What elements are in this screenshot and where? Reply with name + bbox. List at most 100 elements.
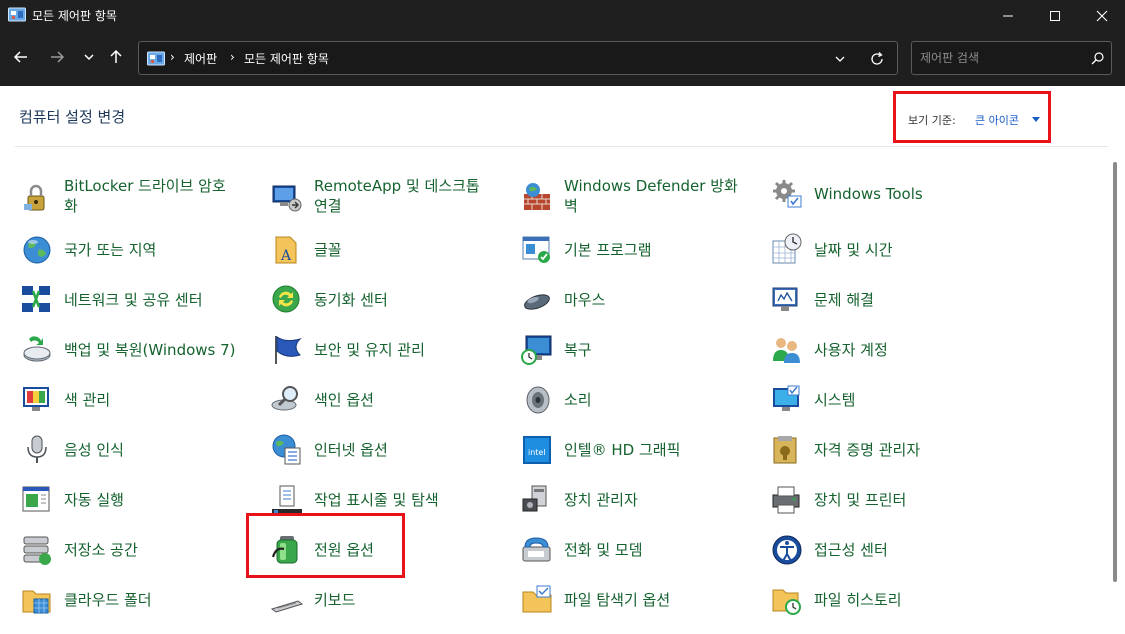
recent-locations-button[interactable] bbox=[76, 43, 102, 71]
control-panel-item-label: 자동 실행 bbox=[64, 491, 124, 509]
refresh-icon[interactable] bbox=[869, 51, 885, 67]
control-panel-item[interactable]: 기본 프로그램 bbox=[520, 227, 760, 271]
control-panel-item-label: 시스템 bbox=[814, 391, 856, 409]
control-panel-item[interactable]: 문제 해결 bbox=[770, 277, 1010, 321]
search-box[interactable] bbox=[911, 41, 1112, 75]
phone-modem-icon bbox=[522, 537, 551, 562]
control-panel-item-label: 인텔® HD 그래픽 bbox=[564, 441, 681, 459]
control-panel-item[interactable]: 인터넷 옵션 bbox=[270, 427, 510, 471]
control-panel-item-label: 복구 bbox=[564, 341, 592, 359]
control-panel-item[interactable]: 날짜 및 시간 bbox=[770, 227, 1010, 271]
control-panel-item[interactable]: 접근성 센터 bbox=[770, 527, 1010, 571]
troubleshooting-icon bbox=[772, 287, 798, 311]
breadcrumb-control-panel[interactable]: 제어판 bbox=[184, 50, 217, 67]
title-bar: 모든 제어판 항목 bbox=[0, 0, 1125, 31]
control-panel-item-label: 음성 인식 bbox=[64, 441, 124, 459]
close-icon bbox=[1096, 10, 1108, 21]
chevron-down-icon[interactable] bbox=[833, 52, 847, 66]
control-panel-item[interactable]: A 글꼴 bbox=[270, 227, 510, 271]
sound-icon bbox=[526, 386, 550, 414]
region-icon bbox=[23, 236, 51, 264]
power-options-highlight bbox=[246, 513, 405, 578]
control-panel-item[interactable]: 네트워크 및 공유 센터 bbox=[20, 277, 260, 321]
control-panel-item[interactable]: RemoteApp 및 데스크톱 연결 bbox=[270, 176, 510, 220]
up-button[interactable] bbox=[103, 43, 129, 71]
control-panel-item-label: 사용자 계정 bbox=[814, 341, 888, 359]
mouse-icon bbox=[524, 294, 550, 310]
storage-spaces-icon bbox=[23, 536, 51, 565]
control-panel-item[interactable]: 키보드 bbox=[270, 577, 510, 621]
security-flag-icon bbox=[275, 336, 302, 364]
control-panel-item[interactable]: Windows Defender 방화 벽 bbox=[520, 176, 760, 220]
search-icon[interactable] bbox=[1091, 51, 1105, 65]
intel-graphics-icon: intel bbox=[523, 436, 551, 464]
control-panel-item-label: 글꼴 bbox=[314, 241, 342, 259]
caret-down-icon[interactable] bbox=[1032, 117, 1040, 122]
page-title: 컴퓨터 설정 변경 bbox=[19, 108, 126, 126]
search-input[interactable] bbox=[920, 49, 1080, 67]
control-panel-item[interactable]: 장치 관리자 bbox=[520, 477, 760, 521]
window-title: 모든 제어판 항목 bbox=[32, 9, 117, 23]
control-panel-item[interactable]: BitLocker 드라이브 암호 화 bbox=[20, 176, 260, 220]
remoteapp-icon bbox=[272, 185, 302, 212]
control-panel-item-label: 장치 관리자 bbox=[564, 491, 638, 509]
control-panel-item[interactable]: intel 인텔® HD 그래픽 bbox=[520, 427, 760, 471]
maximize-icon bbox=[1050, 10, 1060, 21]
control-panel-item-label: 동기화 센터 bbox=[314, 291, 388, 309]
view-by-label: 보기 기준: bbox=[908, 114, 956, 127]
control-panel-item[interactable]: 저장소 공간 bbox=[20, 527, 260, 571]
user-accounts-icon bbox=[773, 338, 800, 363]
fonts-icon: A bbox=[275, 236, 297, 264]
breadcrumb-all-items[interactable]: 모든 제어판 항목 bbox=[244, 50, 329, 67]
control-panel-item[interactable]: 소리 bbox=[520, 377, 760, 421]
control-panel-item[interactable]: Windows Tools bbox=[770, 171, 1010, 215]
vertical-scrollbar[interactable] bbox=[1113, 162, 1117, 582]
back-button[interactable] bbox=[8, 43, 34, 71]
close-button[interactable] bbox=[1079, 0, 1125, 31]
control-panel-item[interactable]: 자격 증명 관리자 bbox=[770, 427, 1010, 471]
control-panel-item[interactable]: 클라우드 폴더 bbox=[20, 577, 260, 621]
divider bbox=[15, 146, 1108, 147]
control-panel-item[interactable]: 색인 옵션 bbox=[270, 377, 510, 421]
microphone-icon bbox=[27, 435, 47, 463]
internet-options-icon bbox=[272, 434, 301, 465]
address-bar[interactable]: › 제어판 › 모든 제어판 항목 bbox=[138, 41, 898, 75]
control-panel-icon bbox=[8, 7, 26, 22]
maximize-button[interactable] bbox=[1032, 0, 1078, 31]
view-by-dropdown[interactable]: 큰 아이콘 bbox=[975, 112, 1019, 128]
indexing-icon bbox=[271, 386, 298, 411]
control-panel-item[interactable]: 파일 히스토리 bbox=[770, 577, 1010, 621]
control-panel-item[interactable]: 파일 탐색기 옵션 bbox=[520, 577, 760, 621]
recovery-icon bbox=[521, 335, 552, 365]
control-panel-item[interactable]: 백업 및 복원(Windows 7) bbox=[20, 327, 260, 371]
network-icon bbox=[22, 286, 50, 312]
control-panel-item-label: 파일 히스토리 bbox=[814, 591, 902, 609]
control-panel-item[interactable]: 시스템 bbox=[770, 377, 1010, 421]
control-panel-item[interactable]: 보안 및 유지 관리 bbox=[270, 327, 510, 371]
windows-tools-icon bbox=[773, 180, 802, 208]
control-panel-item-label: 날짜 및 시간 bbox=[814, 241, 893, 259]
control-panel-item-label: 작업 표시줄 및 탐색 bbox=[314, 491, 439, 509]
control-panel-item[interactable]: 마우스 bbox=[520, 277, 760, 321]
system-icon bbox=[773, 385, 800, 411]
control-panel-item[interactable]: 자동 실행 bbox=[20, 477, 260, 521]
control-panel-item[interactable]: 전화 및 모뎀 bbox=[520, 527, 760, 571]
control-panel-item[interactable]: 사용자 계정 bbox=[770, 327, 1010, 371]
taskbar-icon bbox=[272, 485, 302, 514]
view-by-highlight: 보기 기준: 큰 아이콘 bbox=[893, 91, 1051, 143]
forward-button[interactable] bbox=[44, 43, 70, 71]
control-panel-item[interactable]: 색 관리 bbox=[20, 377, 260, 421]
svg-text:A: A bbox=[280, 248, 292, 264]
control-panel-item[interactable]: 동기화 센터 bbox=[270, 277, 510, 321]
control-panel-item[interactable]: 장치 및 프린터 bbox=[770, 477, 1010, 521]
control-panel-item[interactable]: 음성 인식 bbox=[20, 427, 260, 471]
control-panel-item-label: 전화 및 모뎀 bbox=[564, 541, 643, 559]
control-panel-item[interactable]: 국가 또는 지역 bbox=[20, 227, 260, 271]
minimize-button[interactable] bbox=[985, 0, 1031, 31]
control-panel-item-label: 클라우드 폴더 bbox=[64, 591, 152, 609]
file-history-icon bbox=[772, 589, 801, 615]
autoplay-icon bbox=[22, 486, 50, 512]
control-panel-item-label: 저장소 공간 bbox=[64, 541, 138, 559]
cloud-folder-icon bbox=[22, 590, 51, 614]
control-panel-item[interactable]: 복구 bbox=[520, 327, 760, 371]
